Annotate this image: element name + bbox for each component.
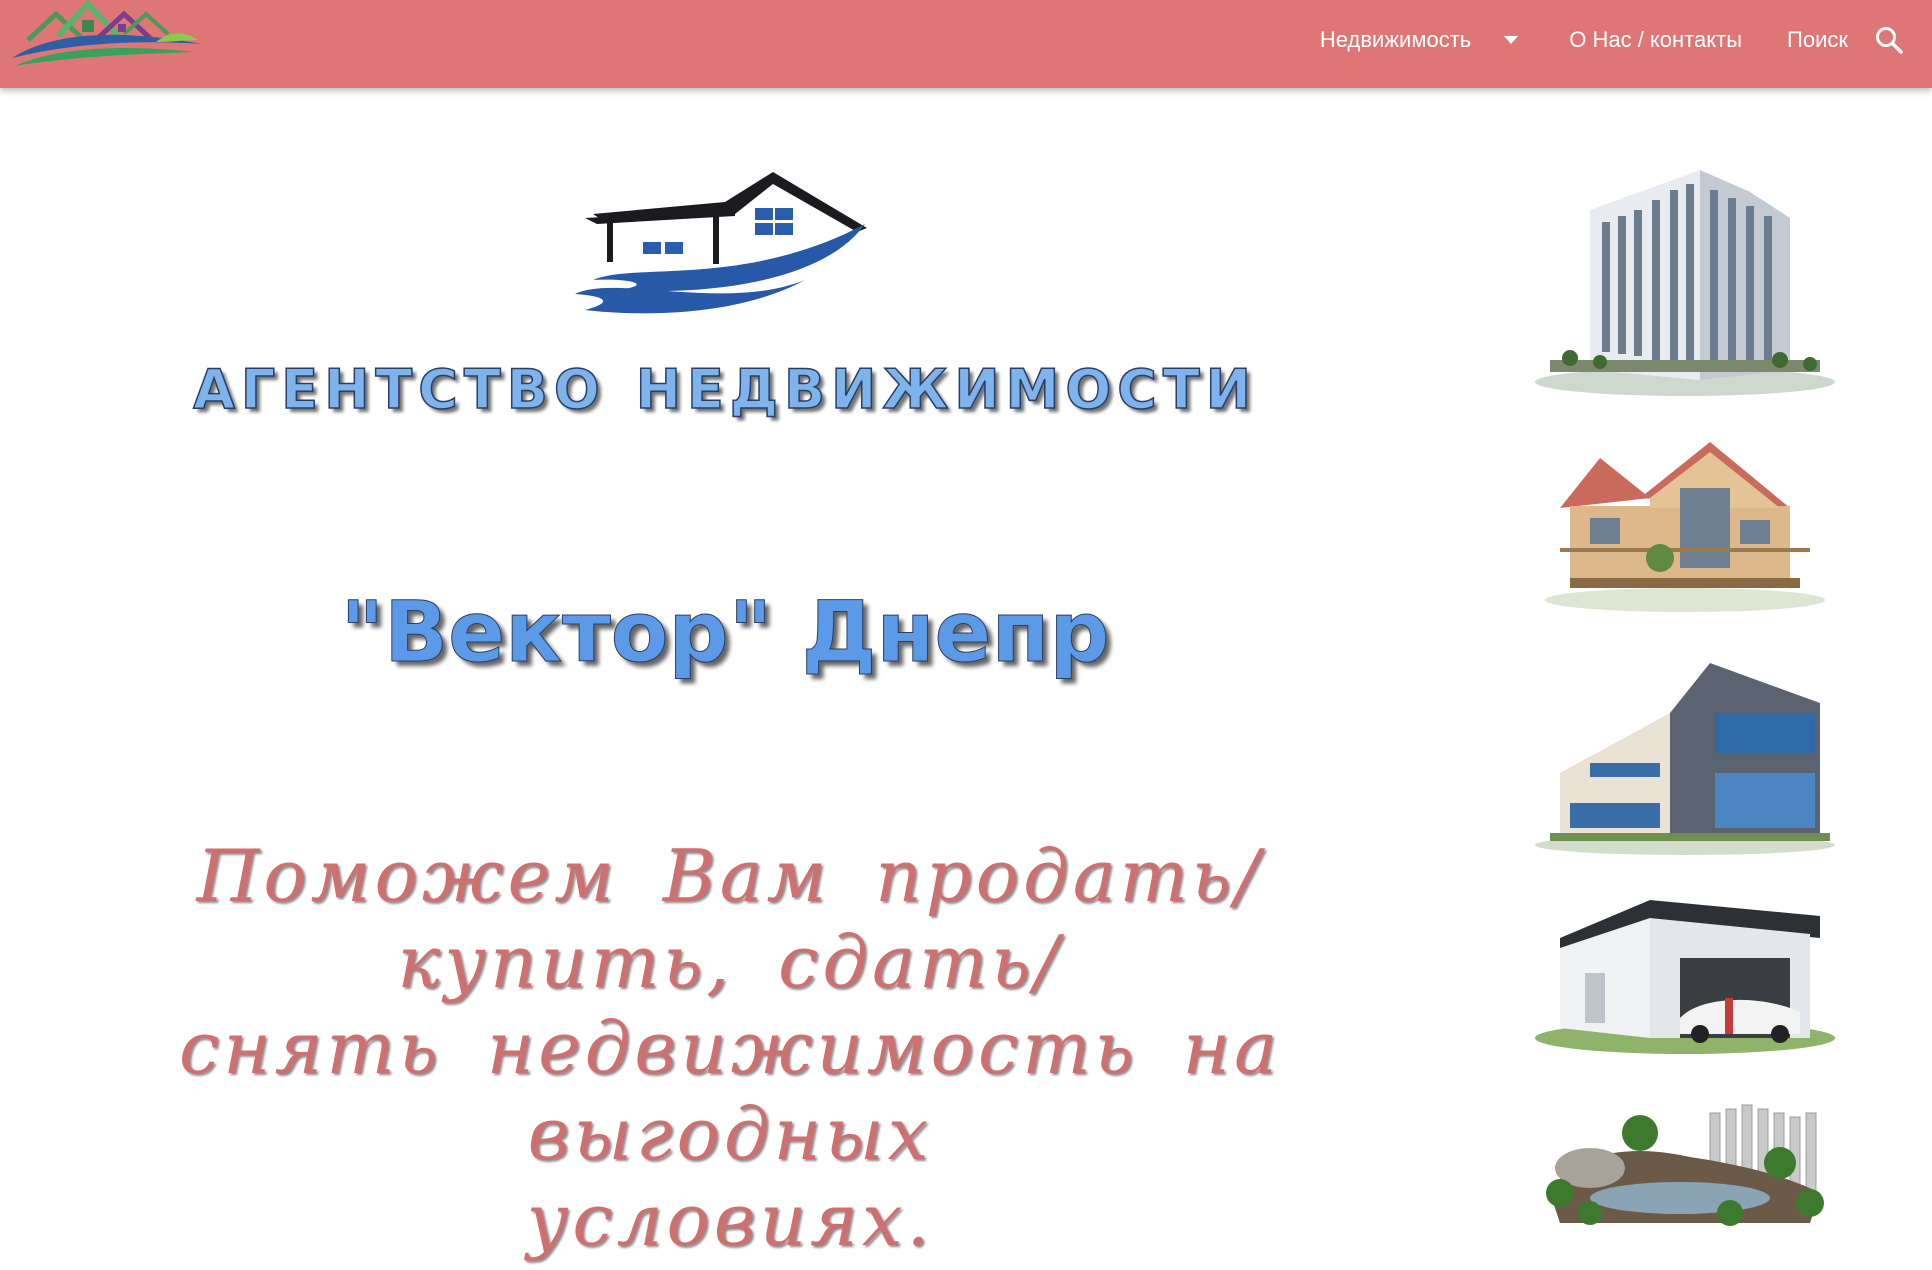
search-icon[interactable]	[1874, 25, 1904, 55]
site-logo-icon[interactable]	[6, 0, 202, 74]
main-content: АГЕНТСТВО НЕДВИЖИМОСТИ "Вектор" Днепр Пом…	[0, 88, 1480, 1270]
brand-name: "Вектор" Днепр	[340, 583, 1110, 682]
tagline: Поможем Вам продать/купить, сдать/ снять…	[40, 833, 1420, 1263]
property-type-images	[1530, 88, 1840, 1270]
nav-item-realty[interactable]: Недвижимость	[1320, 27, 1519, 53]
agency-title-word1: АГЕНТСТВО	[192, 357, 606, 422]
land-plot-image[interactable]	[1530, 1073, 1840, 1228]
nav-about-label[interactable]: О Нас / контакты	[1569, 27, 1742, 53]
chevron-down-icon[interactable]	[1503, 35, 1519, 45]
highrise-building-image[interactable]	[1530, 160, 1840, 400]
commercial-building-image[interactable]	[1530, 663, 1840, 858]
agency-title-word2: НЕДВИЖИМОСТИ	[635, 357, 1257, 422]
agency-house-logo	[575, 172, 867, 314]
nav-item-about-contacts[interactable]: О Нас / контакты	[1569, 27, 1742, 53]
cottage-house-image[interactable]	[1540, 438, 1830, 613]
agency-title: АГЕНТСТВО НЕДВИЖИМОСТИ	[0, 357, 1450, 422]
tagline-line-1: Поможем Вам продать/купить, сдать/	[196, 834, 1264, 1004]
tagline-line-2: снять недвижимость на выгодных	[178, 1006, 1282, 1176]
main-nav: Недвижимость О Нас / контакты Поиск	[1320, 0, 1932, 80]
nav-search-label[interactable]: Поиск	[1787, 27, 1848, 53]
top-navigation-bar: Недвижимость О Нас / контакты Поиск	[0, 0, 1932, 88]
nav-item-search[interactable]: Поиск	[1787, 27, 1848, 53]
nav-realty-label[interactable]: Недвижимость	[1320, 27, 1471, 53]
garage-image[interactable]	[1530, 888, 1840, 1058]
tagline-line-3: условиях.	[526, 1178, 934, 1262]
